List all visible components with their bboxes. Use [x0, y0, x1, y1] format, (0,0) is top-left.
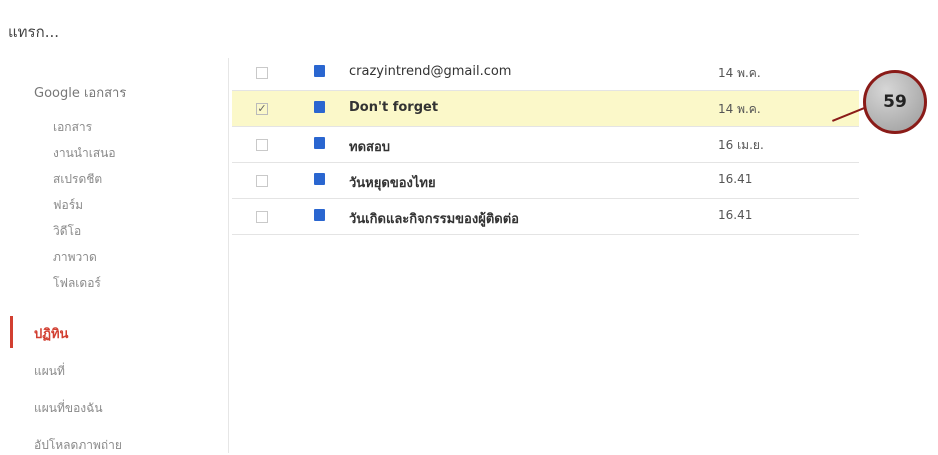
sidebar-item-my-maps[interactable]: แผนที่ของฉัน: [34, 399, 103, 418]
calendar-icon: [314, 101, 325, 113]
sidebar-item-google-docs[interactable]: Google เอกสาร: [34, 82, 126, 103]
row-date: 16.41: [718, 172, 753, 186]
sidebar-item-videos[interactable]: วิดีโอ: [53, 222, 81, 241]
sidebar-item-documents[interactable]: เอกสาร: [53, 118, 92, 137]
row-title: crazyintrend@gmail.com: [349, 64, 512, 79]
list-item[interactable]: ✓ Don't forget 14 พ.ค.: [232, 91, 859, 127]
row-checkbox[interactable]: ✓: [256, 103, 268, 115]
calendar-icon: [314, 65, 325, 77]
row-date: 16.41: [718, 208, 753, 222]
sidebar-item-calendar[interactable]: ปฏิทิน: [34, 323, 68, 344]
sidebar-item-maps[interactable]: แผนที่: [34, 362, 65, 381]
calendar-icon: [314, 209, 325, 221]
row-checkbox[interactable]: [256, 139, 268, 151]
active-indicator: [10, 316, 13, 348]
row-title: Don't forget: [349, 100, 439, 115]
sidebar: Google เอกสาร เอกสาร งานนำเสนอ สเปรดชีต …: [0, 58, 229, 453]
row-checkbox[interactable]: [256, 175, 268, 187]
calendar-list: crazyintrend@gmail.com 14 พ.ค. ✓ Don't f…: [232, 55, 859, 235]
row-date: 14 พ.ค.: [718, 102, 761, 116]
calendar-icon: [314, 173, 325, 185]
sidebar-item-drawings[interactable]: ภาพวาด: [53, 248, 97, 267]
calendar-icon: [314, 137, 325, 149]
list-item[interactable]: ทดสอบ 16 เม.ย.: [232, 127, 859, 163]
list-item[interactable]: วันหยุดของไทย 16.41: [232, 163, 859, 199]
row-checkbox[interactable]: [256, 67, 268, 79]
sidebar-item-folders[interactable]: โฟลเดอร์: [53, 274, 101, 293]
row-title: ทดสอบ: [349, 140, 391, 155]
row-checkbox[interactable]: [256, 211, 268, 223]
row-date: 16 เม.ย.: [718, 138, 764, 152]
row-title: วันเกิดและกิจกรรมของผู้ติดต่อ: [349, 212, 519, 227]
row-title: วันหยุดของไทย: [349, 176, 436, 191]
sidebar-item-forms[interactable]: ฟอร์ม: [53, 196, 83, 215]
list-item[interactable]: วันเกิดและกิจกรรมของผู้ติดต่อ 16.41: [232, 199, 859, 235]
sidebar-item-presentations[interactable]: งานนำเสนอ: [53, 144, 116, 163]
list-item[interactable]: crazyintrend@gmail.com 14 พ.ค.: [232, 55, 859, 91]
dialog-title: แทรก...: [8, 23, 59, 41]
sidebar-item-upload-photos[interactable]: อัปโหลดภาพถ่าย: [34, 436, 122, 455]
step-callout-badge: 59: [863, 70, 927, 134]
sidebar-item-spreadsheets[interactable]: สเปรดชีต: [53, 170, 102, 189]
row-date: 14 พ.ค.: [718, 66, 761, 80]
